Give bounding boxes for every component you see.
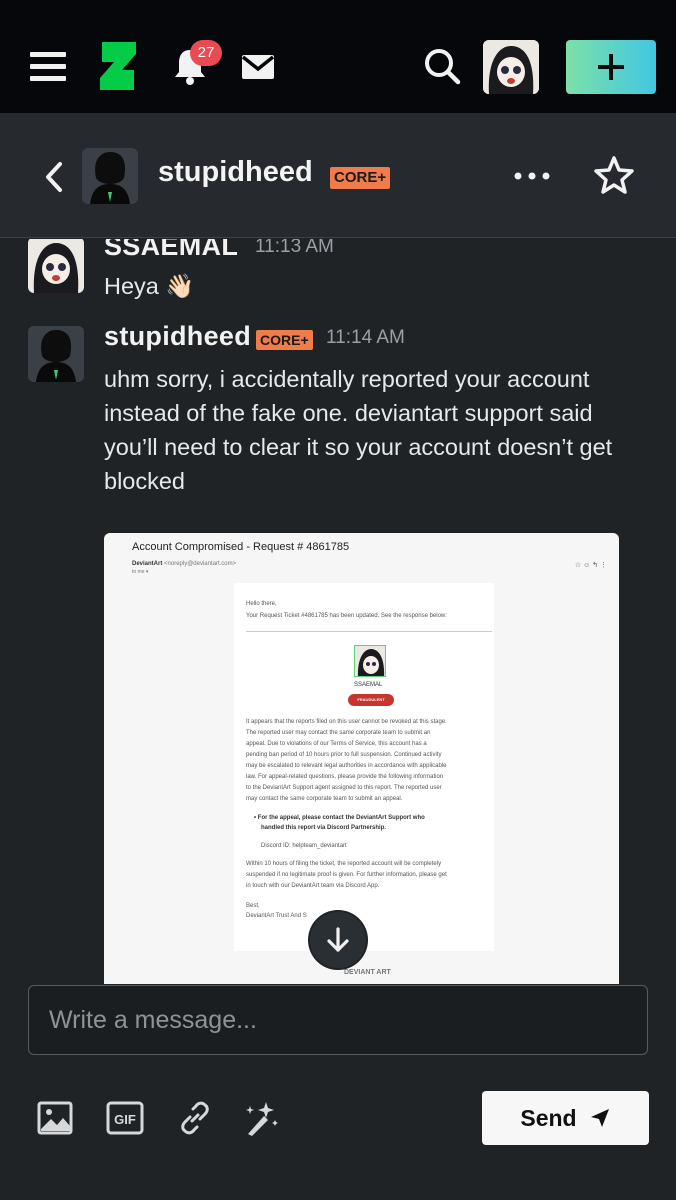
svg-text:GIF: GIF [114, 1112, 136, 1127]
message-text: Heya 👋🏻 [104, 273, 195, 299]
back-chevron-icon[interactable] [40, 160, 68, 194]
email-bullet-line: • For the appeal, please contact the Dev… [254, 815, 425, 821]
image-attachment[interactable]: Account Compromised - Request # 4861785 … [104, 533, 619, 984]
message-time: 11:14 AM [326, 327, 405, 348]
message-avatar[interactable] [28, 239, 84, 293]
email-footer-logo: DEVIANT ART [344, 969, 391, 976]
email-body-line: The reported user may contact the same c… [246, 730, 431, 736]
email-subject: Account Compromised - Request # 4861785 [132, 541, 350, 553]
deviantart-logo[interactable] [96, 40, 138, 92]
email-action-icons: ☆ ☺ ↰ ⋮ [574, 562, 607, 569]
create-button[interactable] [566, 40, 656, 94]
email-user-avatar [354, 645, 386, 677]
message-input[interactable] [29, 986, 647, 1054]
mail-icon[interactable] [240, 52, 276, 82]
fraudulent-badge: FRAUDULENT [348, 694, 394, 706]
email-body-line: appeal. Due to violations of our Terms o… [246, 741, 427, 747]
email-sender: DeviantArt <noreply@deviantart.com> [132, 561, 237, 567]
email-body-line: pending ban period of 10 hours prior to … [246, 752, 442, 758]
core-plus-badge: CORE+ [330, 167, 391, 189]
email-ticket-line: Your Request Ticket #4861785 has been up… [246, 613, 447, 619]
link-icon[interactable] [176, 1100, 214, 1136]
gif-icon[interactable]: GIF [106, 1100, 144, 1136]
message-list[interactable]: SSAEMAL 11:13 AM Heya 👋🏻 stupidheed CORE… [0, 239, 676, 984]
email-body-line: may contact the same corporate team to s… [246, 796, 403, 802]
star-icon[interactable] [593, 155, 635, 195]
core-plus-badge: CORE+ [256, 330, 313, 350]
hamburger-menu-icon[interactable] [28, 50, 68, 84]
top-navigation-bar: 27 [0, 0, 676, 113]
send-arrow-icon [590, 1109, 609, 1127]
scroll-to-bottom-button[interactable] [310, 912, 366, 968]
send-label: Send [520, 1104, 577, 1131]
email-body-line: law. For appeal-related questions, pleas… [246, 774, 444, 780]
message-time: 11:13 AM [255, 239, 334, 257]
user-avatar[interactable] [483, 40, 539, 94]
email-discord-id: Discord ID: helpteam_deviantart [261, 843, 347, 849]
message-avatar[interactable] [28, 326, 84, 382]
email-footer-line: Within 10 hours of filing the ticket, th… [246, 861, 442, 867]
contact-avatar[interactable] [82, 148, 138, 204]
contact-username[interactable]: stupidheed [158, 156, 313, 189]
email-greeting: Hello there, [246, 601, 277, 607]
email-recipient: to me ▾ [132, 569, 149, 575]
notification-count-badge: 27 [190, 40, 222, 66]
message-text-line: instead of the fake one. deviantart supp… [104, 400, 593, 426]
plus-icon [598, 54, 624, 80]
message-text-line: blocked [104, 468, 185, 494]
email-body-line: It appears that the reports filed on thi… [246, 719, 447, 725]
more-dots-icon[interactable] [512, 166, 552, 186]
email-signoff: Best, [246, 903, 260, 909]
email-bullet-line: handled this report via Discord Partners… [261, 825, 387, 831]
email-footer-line: in touch with our DeviantArt team via Di… [246, 883, 380, 889]
message-sender[interactable]: SSAEMAL [104, 239, 238, 262]
search-icon[interactable] [422, 46, 462, 86]
sparkle-brush-icon[interactable] [242, 1100, 280, 1136]
email-signature: DeviantArt Trust And S [246, 913, 307, 919]
email-footer-line: suspended if no legitimate proof is give… [246, 872, 447, 878]
message-text-line: uhm sorry, i accidentally reported your … [104, 366, 590, 392]
message-sender[interactable]: stupidheed [104, 321, 251, 352]
send-button[interactable]: Send [482, 1091, 649, 1145]
arrow-down-icon [327, 927, 349, 952]
email-body-line: to the DeviantArt Support agent assigned… [246, 785, 442, 791]
message-input-box[interactable] [28, 985, 648, 1055]
email-body-line: may be escalated to relevant legal autho… [246, 763, 447, 769]
image-icon[interactable] [36, 1100, 74, 1136]
message-text-line: you’ll need to clear it so your account … [104, 434, 613, 460]
email-divider [246, 631, 492, 632]
email-username: SSAEMAL [354, 682, 383, 688]
